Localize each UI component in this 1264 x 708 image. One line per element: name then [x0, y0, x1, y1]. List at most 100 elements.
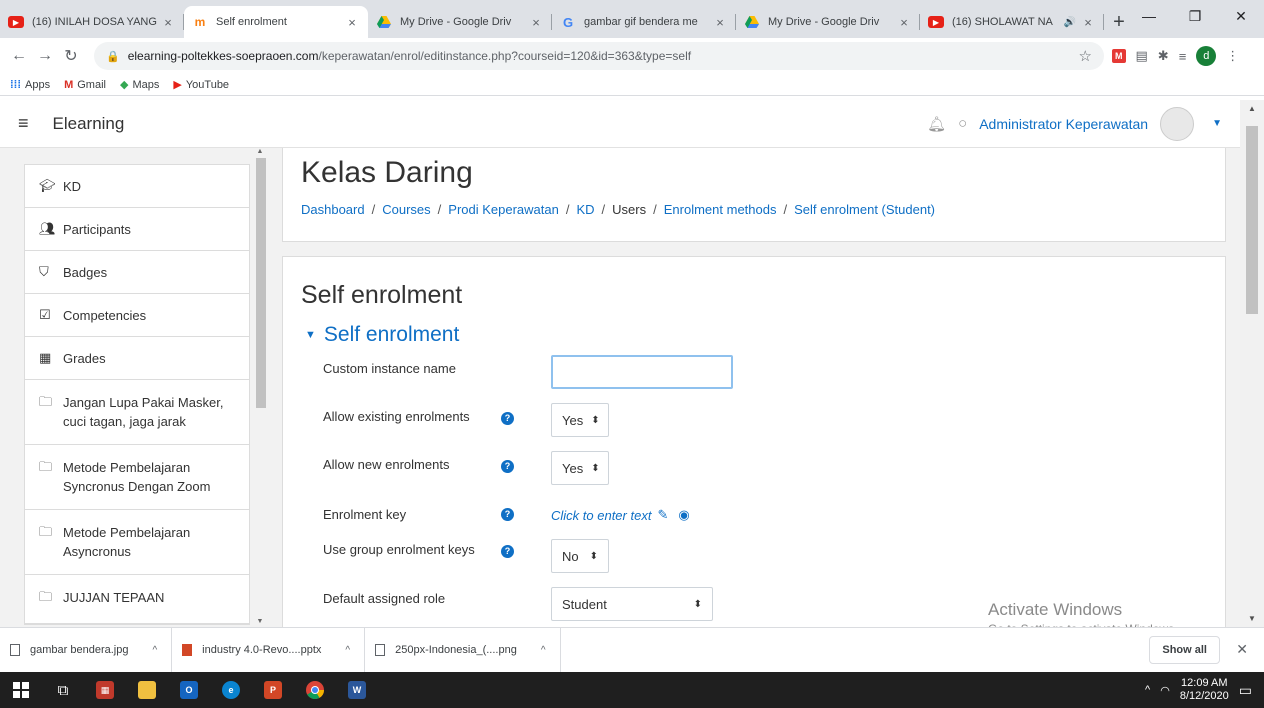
page-scrollbar[interactable]: ▲ ▼	[1240, 100, 1264, 627]
menu-kebab-icon[interactable]: ⋮	[1226, 48, 1239, 64]
field-label: Default assigned role	[323, 591, 446, 606]
close-icon[interactable]: ×	[344, 15, 360, 30]
show-all-button[interactable]: Show all	[1149, 636, 1220, 664]
drawer-item-kd[interactable]: 🎓︎ KD	[25, 165, 249, 208]
lock-icon[interactable]: 🔒	[106, 50, 120, 63]
drawer-scrollbar[interactable]: ▲ ▼	[254, 148, 266, 627]
profile-avatar[interactable]: d	[1196, 46, 1217, 66]
hamburger-menu-icon[interactable]: ≡	[18, 113, 29, 134]
chevron-down-icon[interactable]: ▼	[1212, 118, 1222, 129]
chrome-icon[interactable]	[294, 672, 336, 708]
browser-tab-1[interactable]: ▶ (16) INILAH DOSA YANG ×	[0, 6, 184, 38]
help-icon[interactable]: ?	[501, 508, 514, 521]
graduation-cap-icon: 🎓︎	[39, 178, 56, 193]
message-icon[interactable]: ○	[958, 115, 967, 132]
window-close-icon[interactable]: ✕	[1218, 0, 1264, 32]
allow-new-select[interactable]: Yes ⬍	[551, 451, 609, 485]
user-avatar[interactable]	[1160, 106, 1195, 141]
user-name[interactable]: Administrator Keperawatan	[979, 116, 1148, 132]
breadcrumb-kd[interactable]: KD	[576, 202, 594, 217]
word-app-icon[interactable]: W	[336, 672, 378, 708]
audio-playing-icon[interactable]: 🔊	[1064, 17, 1076, 28]
file-explorer-icon[interactable]	[126, 672, 168, 708]
drawer-item-badges[interactable]: ⛉ Badges	[25, 251, 249, 294]
close-icon[interactable]: ✕	[1236, 641, 1248, 658]
calculator-app-icon[interactable]: ▦	[84, 672, 126, 708]
drawer-item-participants[interactable]: 👥︎ Participants	[25, 208, 249, 251]
custom-instance-name-input[interactable]	[551, 355, 733, 389]
help-icon[interactable]: ?	[501, 545, 514, 558]
browser-tab-4[interactable]: G gambar gif bendera me ×	[552, 6, 736, 38]
address-bar[interactable]: 🔒 elearning-poltekkes-soepraoen.com/kepe…	[94, 42, 1104, 70]
drawer-item-competencies[interactable]: ☑ Competencies	[25, 294, 249, 337]
chevron-up-icon[interactable]: ^	[152, 645, 157, 656]
drawer-item-section[interactable]: 🗀 Jangan Lupa Pakai Masker, cuci tagan, …	[25, 380, 249, 445]
download-item[interactable]: gambar bendera.jpg ^	[0, 627, 173, 673]
restore-icon[interactable]: ❐	[1172, 0, 1218, 32]
breadcrumb-courses[interactable]: Courses	[382, 202, 430, 217]
edge-icon[interactable]: e	[210, 672, 252, 708]
site-brand[interactable]: Elearning	[53, 114, 125, 134]
scroll-up-icon[interactable]: ▲	[254, 148, 266, 155]
close-icon[interactable]: ×	[528, 15, 544, 30]
drawer-item-section[interactable]: 🗀 Metode Pembelajaran Syncronus Dengan Z…	[25, 445, 249, 510]
scroll-down-icon[interactable]: ▼	[254, 618, 266, 625]
default-role-select[interactable]: Student ⬍	[551, 587, 713, 621]
windows-start-icon[interactable]	[0, 672, 42, 708]
minimize-icon[interactable]: —	[1126, 0, 1172, 32]
bookmark-gmail[interactable]: M Gmail	[64, 79, 106, 91]
scrollbar-thumb[interactable]	[1246, 126, 1258, 314]
enrolment-key-inplace-editable[interactable]: Click to enter text ✎ ◉	[551, 507, 690, 523]
back-icon[interactable]: ←	[8, 47, 30, 65]
breadcrumb-enrolment-methods[interactable]: Enrolment methods	[664, 202, 777, 217]
system-clock[interactable]: 12:09 AM 8/12/2020	[1180, 677, 1229, 703]
scroll-down-icon[interactable]: ▼	[1240, 614, 1264, 623]
help-icon[interactable]: ?	[501, 412, 514, 425]
browser-tab-5[interactable]: My Drive - Google Driv ×	[736, 6, 920, 38]
drawer-item-grades[interactable]: ▦ Grades	[25, 337, 249, 380]
reload-icon[interactable]: ↻	[60, 46, 82, 66]
browser-tab-2[interactable]: m Self enrolment ×	[184, 6, 368, 38]
scroll-up-icon[interactable]: ▲	[1240, 104, 1264, 113]
pencil-icon[interactable]: ✎	[657, 507, 668, 523]
close-icon[interactable]: ×	[896, 15, 912, 30]
forward-icon[interactable]: →	[34, 47, 56, 65]
bell-icon[interactable]: 🔔︎	[927, 115, 946, 133]
close-icon[interactable]: ×	[160, 15, 176, 30]
fieldset-legend[interactable]: ▼ Self enrolment	[305, 323, 459, 347]
notification-icon[interactable]: ▭	[1239, 682, 1252, 699]
download-item[interactable]: industry 4.0-Revo....pptx ^	[172, 627, 366, 673]
breadcrumb-prodi[interactable]: Prodi Keperawatan	[448, 202, 559, 217]
eye-icon[interactable]: ◉	[678, 507, 689, 523]
outlook-icon[interactable]: O	[168, 672, 210, 708]
bookmark-youtube[interactable]: ▶ YouTube	[173, 78, 229, 92]
allow-existing-select[interactable]: Yes ⬍	[551, 403, 609, 437]
puzzle-icon[interactable]: ✱	[1158, 48, 1169, 64]
chevron-up-icon[interactable]: ^	[541, 645, 546, 656]
scrollbar-thumb[interactable]	[256, 158, 266, 408]
close-icon[interactable]: ×	[1080, 15, 1096, 30]
download-filename: 250px-Indonesia_(....png	[395, 644, 517, 656]
browser-tab-3[interactable]: My Drive - Google Driv ×	[368, 6, 552, 38]
browser-tab-6[interactable]: ▶ (16) SHOLAWAT NA 🔊 ×	[920, 6, 1104, 38]
google-icon: G	[562, 14, 574, 30]
powerpoint-app-icon[interactable]: P	[252, 672, 294, 708]
chevron-up-icon[interactable]: ^	[345, 645, 350, 656]
reading-list-icon[interactable]: ≡	[1179, 49, 1187, 64]
task-view-icon[interactable]: ⧉	[42, 672, 84, 708]
chevron-up-icon[interactable]: ^	[1145, 684, 1150, 696]
close-icon[interactable]: ×	[712, 15, 728, 30]
download-item[interactable]: 250px-Indonesia_(....png ^	[365, 627, 561, 673]
extension-icon[interactable]: M	[1112, 49, 1126, 63]
breadcrumb-self-enrolment[interactable]: Self enrolment (Student)	[794, 202, 935, 217]
breadcrumb-dashboard[interactable]: Dashboard	[301, 202, 365, 217]
help-icon[interactable]: ?	[501, 460, 514, 473]
bookmark-apps[interactable]: ⁞⁞⁞ Apps	[10, 79, 50, 91]
bookmark-star-icon[interactable]: ☆	[1079, 47, 1092, 65]
document-extension-icon[interactable]: ▤	[1136, 48, 1148, 64]
group-keys-select[interactable]: No ⬍	[551, 539, 609, 573]
drawer-item-section[interactable]: 🗀 Metode Pembelajaran Asyncronus	[25, 510, 249, 575]
bookmark-maps[interactable]: ◆ Maps	[120, 78, 159, 92]
drawer-item-section[interactable]: 🗀 JUJJAN TEPAAN	[25, 575, 249, 624]
wifi-icon[interactable]: ◠	[1160, 684, 1170, 697]
